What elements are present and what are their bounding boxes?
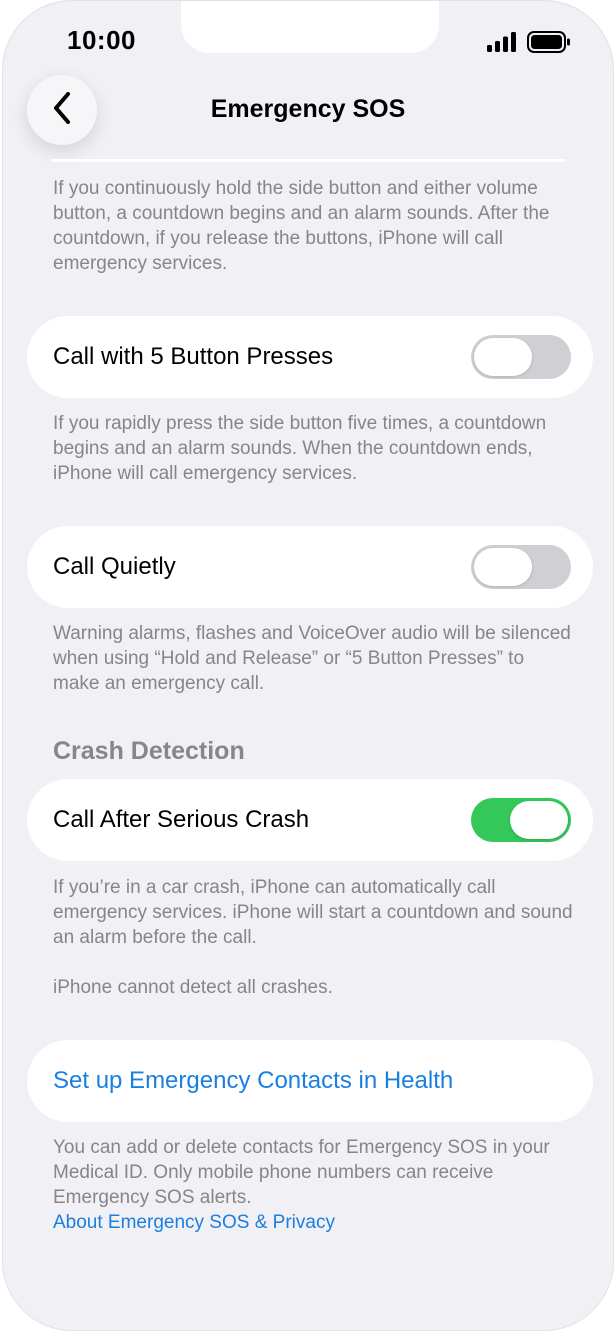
status-icons	[487, 31, 571, 58]
privacy-link[interactable]: About Emergency SOS & Privacy	[53, 1210, 573, 1235]
toggle-knob	[474, 338, 532, 376]
setting-row-label: Call Quietly	[53, 553, 176, 580]
crash-limitation-footnote: iPhone cannot detect all crashes.	[53, 977, 333, 998]
emergency-contacts-link[interactable]: Set up Emergency Contacts in Health	[53, 1067, 453, 1095]
setting-row-serious-crash[interactable]: Call After Serious Crash	[27, 779, 593, 861]
page-title: Emergency SOS	[210, 95, 406, 123]
setting-row-label: Call After Serious Crash	[53, 806, 310, 833]
call-quietly-toggle[interactable]	[471, 545, 571, 589]
phone-frame: 10:00 Emergency SOS If you continuously …	[0, 0, 616, 1333]
settings-screen: 10:00 Emergency SOS If you continuously …	[2, 0, 614, 1331]
scroll-edge-divider	[51, 159, 565, 162]
toggle-knob	[474, 548, 532, 586]
setting-row-five-presses[interactable]: Call with 5 Button Presses	[27, 316, 593, 398]
setting-row-call-quietly[interactable]: Call Quietly	[27, 526, 593, 608]
crash-detection-header: Crash Detection	[53, 737, 245, 765]
cellular-signal-icon	[487, 32, 519, 57]
status-time: 10:00	[67, 25, 136, 55]
call-quietly-footnote: Warning alarms, flashes and VoiceOver au…	[53, 623, 571, 694]
setting-row-label: Call with 5 Button Presses	[53, 343, 334, 370]
hold-and-release-footnote: If you continuously hold the side button…	[53, 178, 550, 274]
toggle-knob	[510, 801, 568, 839]
dynamic-island-notch	[181, 1, 439, 53]
crash-detection-footnote: If you’re in a car crash, iPhone can aut…	[53, 877, 573, 948]
serious-crash-toggle[interactable]	[471, 798, 571, 842]
five-presses-footnote: If you rapidly press the side button fiv…	[53, 413, 547, 484]
battery-icon	[527, 31, 571, 58]
emergency-contacts-row[interactable]: Set up Emergency Contacts in Health	[27, 1040, 593, 1122]
five-presses-toggle[interactable]	[471, 335, 571, 379]
emergency-contacts-footnote: You can add or delete contacts for Emerg…	[53, 1135, 573, 1235]
